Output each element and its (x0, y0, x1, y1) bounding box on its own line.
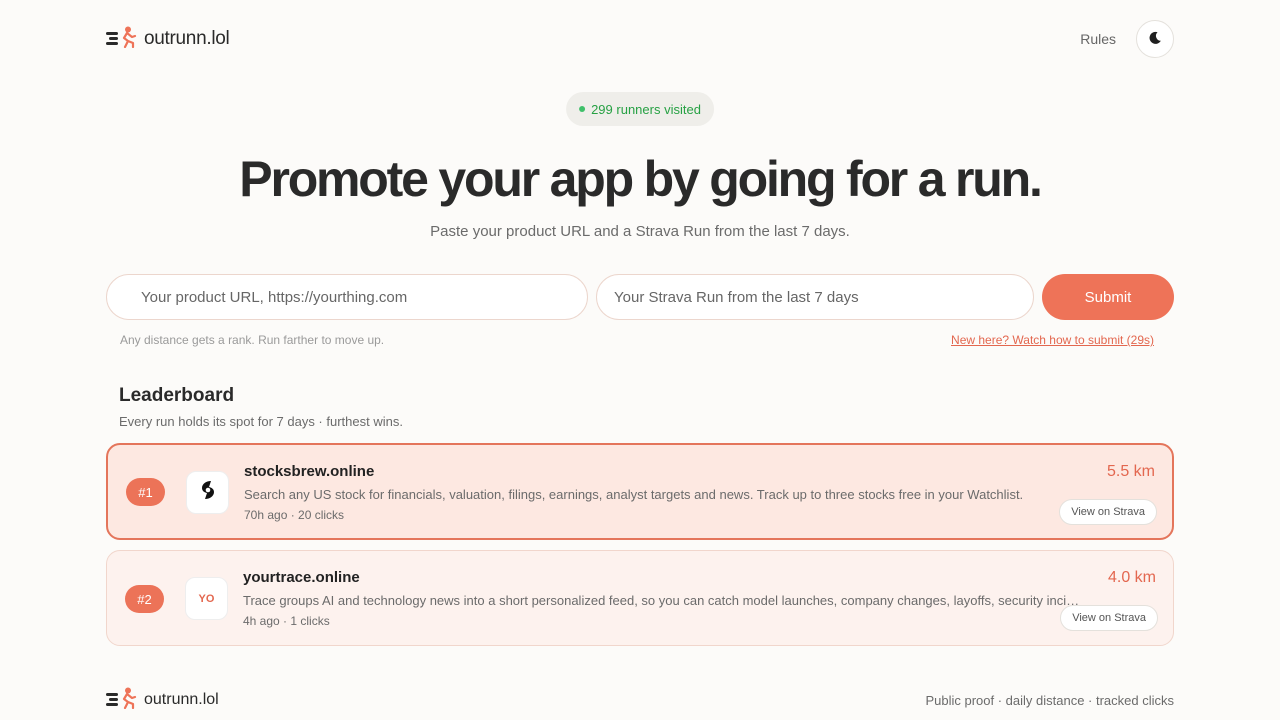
app-name[interactable]: stocksbrew.online (244, 463, 374, 480)
site-header: outrunn.lol Rules (106, 18, 1174, 60)
strava-run-input[interactable] (596, 274, 1034, 320)
app-name[interactable]: yourtrace.online (243, 569, 360, 586)
leaderboard-subtitle: Every run holds its spot for 7 days · fu… (119, 414, 403, 429)
app-meta: 4h ago · 1 clicks (243, 614, 330, 628)
visitors-count-text: 299 runners visited (591, 101, 701, 117)
leaderboard-entry[interactable]: #2 YO yourtrace.online Trace groups AI a… (106, 550, 1174, 646)
moon-icon (1148, 31, 1162, 48)
distance-hint: Any distance gets a rank. Run farther to… (120, 333, 385, 347)
footer-tagline: Public proof · daily distance · tracked … (925, 692, 1174, 708)
run-distance: 4.0 km (1107, 569, 1156, 586)
swirl-logo-icon (196, 478, 220, 507)
app-meta: 70h ago · 20 clicks (244, 508, 345, 522)
app-logo (186, 471, 229, 514)
brand-logo-link[interactable]: outrunn.lol (106, 26, 230, 53)
submit-button[interactable]: Submit (1042, 274, 1174, 320)
theme-toggle-button[interactable] (1136, 20, 1174, 58)
site-footer: outrunn.lol Public proof · daily distanc… (106, 687, 1174, 714)
run-distance: 5.5 km (1106, 463, 1155, 480)
rank-badge: #1 (126, 478, 165, 506)
footer-brand-link[interactable]: outrunn.lol (106, 687, 219, 714)
leaderboard-entry[interactable]: #1 stocksbrew.online Search any US stock… (106, 443, 1174, 540)
rules-link[interactable]: Rules (1080, 31, 1116, 47)
view-on-strava-button[interactable]: View on Strava (1060, 605, 1158, 631)
hero-title: Promote your app by going for a run. (239, 151, 1043, 207)
submit-form: Submit (106, 274, 1174, 320)
runner-logo-icon (106, 687, 137, 714)
view-on-strava-button[interactable]: View on Strava (1059, 499, 1157, 525)
app-logo-initials: YO (185, 577, 228, 620)
app-description: Trace groups AI and technology news into… (243, 593, 1086, 608)
runner-logo-icon (106, 26, 137, 53)
header-actions: Rules (1080, 20, 1174, 58)
leaderboard-title: Leaderboard (119, 385, 235, 406)
product-url-input[interactable] (106, 274, 588, 320)
visitors-badge: 299 runners visited (566, 92, 714, 126)
footer-brand-name: outrunn.lol (144, 691, 219, 708)
status-dot (579, 106, 586, 112)
brand-name: outrunn.lol (144, 28, 230, 49)
rank-badge: #2 (125, 585, 164, 613)
app-description: Search any US stock for financials, valu… (244, 487, 1024, 502)
hero-subtitle: Paste your product URL and a Strava Run … (430, 223, 850, 240)
watch-tutorial-link[interactable]: New here? Watch how to submit (29s) (951, 333, 1160, 347)
